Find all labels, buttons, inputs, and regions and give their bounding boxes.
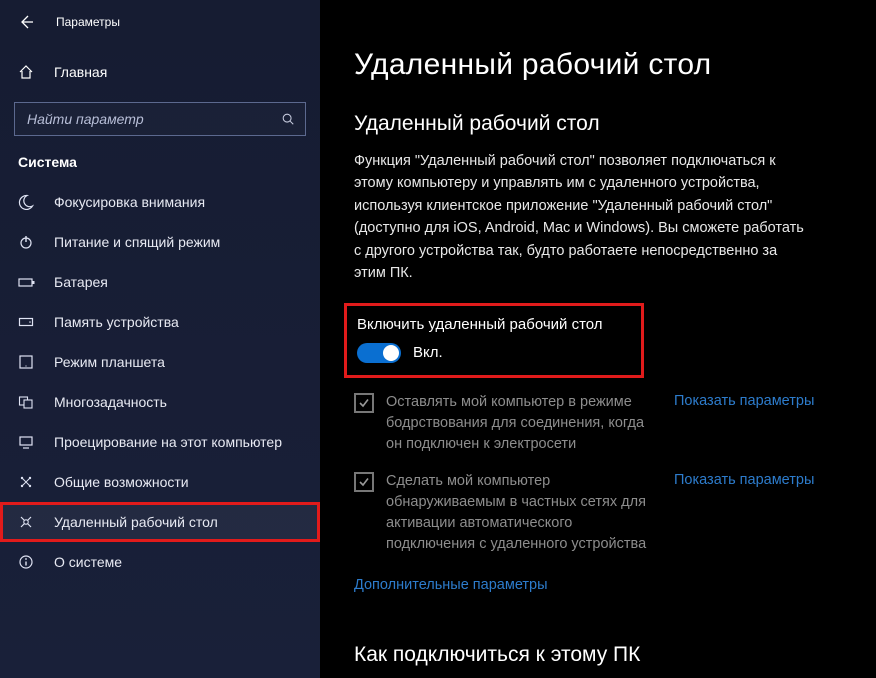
option-discoverable-text: Сделать мой компьютер обнаруживаемым в ч… — [386, 471, 656, 555]
search-icon — [281, 112, 295, 126]
nav-home-label: Главная — [54, 64, 107, 80]
sidebar-item-about[interactable]: О системе — [0, 542, 320, 582]
sidebar-item-multitasking[interactable]: Многозадачность — [0, 382, 320, 422]
project-icon — [18, 434, 36, 450]
tablet-icon — [18, 354, 36, 370]
sidebar-item-label: О системе — [54, 554, 122, 570]
moon-icon — [18, 194, 36, 210]
nav-home[interactable]: Главная — [0, 56, 320, 88]
enable-remote-label: Включить удаленный рабочий стол — [357, 316, 631, 333]
search-box[interactable] — [14, 102, 306, 136]
sidebar-item-shared-experiences[interactable]: Общие возможности — [0, 462, 320, 502]
option-keep-awake-text: Оставлять мой компьютер в режиме бодрств… — [386, 392, 656, 455]
sidebar-item-storage[interactable]: Память устройства — [0, 302, 320, 342]
sidebar-item-label: Фокусировка внимания — [54, 194, 205, 210]
section-description: Функция "Удаленный рабочий стол" позволя… — [354, 150, 804, 285]
sidebar-item-label: Проецирование на этот компьютер — [54, 434, 282, 450]
enable-remote-toggle[interactable] — [357, 343, 401, 363]
toggle-state-text: Вкл. — [413, 344, 443, 361]
connect-section-title: Как подключиться к этому ПК — [354, 643, 842, 667]
about-icon — [18, 554, 36, 570]
search-input[interactable] — [23, 105, 281, 133]
sidebar-item-label: Режим планшета — [54, 354, 165, 370]
sidebar-item-label: Многозадачность — [54, 394, 167, 410]
power-icon — [18, 234, 36, 250]
battery-icon — [18, 274, 36, 290]
shared-icon — [18, 474, 36, 490]
option-discoverable: Сделать мой компьютер обнаруживаемым в ч… — [354, 471, 842, 555]
checkbox-discoverable[interactable] — [354, 472, 374, 492]
enable-remote-block: Включить удаленный рабочий стол Вкл. — [344, 303, 644, 378]
checkbox-keep-awake[interactable] — [354, 393, 374, 413]
sidebar-item-label: Удаленный рабочий стол — [54, 514, 218, 530]
storage-icon — [18, 314, 36, 330]
sidebar-item-power-sleep[interactable]: Питание и спящий режим — [0, 222, 320, 262]
option-discoverable-link[interactable]: Показать параметры — [674, 472, 814, 488]
sidebar-item-battery[interactable]: Батарея — [0, 262, 320, 302]
sidebar-item-remote-desktop[interactable]: Удаленный рабочий стол — [0, 502, 320, 542]
toggle-row: Вкл. — [357, 343, 631, 363]
section-subtitle: Удаленный рабочий стол — [354, 112, 842, 136]
nav-list: Фокусировка внимания Питание и спящий ре… — [0, 182, 320, 582]
titlebar: Параметры — [0, 0, 320, 40]
sidebar-item-label: Батарея — [54, 274, 108, 290]
section-heading: Система — [0, 154, 320, 182]
sidebar-item-label: Память устройства — [54, 314, 179, 330]
remote-icon — [18, 514, 36, 530]
sidebar-item-focus-assist[interactable]: Фокусировка внимания — [0, 182, 320, 222]
sidebar-item-tablet-mode[interactable]: Режим планшета — [0, 342, 320, 382]
page-title: Удаленный рабочий стол — [354, 48, 842, 82]
sidebar-item-projecting[interactable]: Проецирование на этот компьютер — [0, 422, 320, 462]
main-content: Удаленный рабочий стол Удаленный рабочий… — [320, 0, 876, 678]
home-icon — [18, 64, 36, 80]
sidebar-item-label: Питание и спящий режим — [54, 234, 220, 250]
option-keep-awake: Оставлять мой компьютер в режиме бодрств… — [354, 392, 842, 455]
window-title: Параметры — [56, 15, 120, 29]
multitask-icon — [18, 394, 36, 410]
back-arrow-icon[interactable] — [18, 14, 34, 30]
advanced-settings-link[interactable]: Дополнительные параметры — [354, 577, 548, 593]
sidebar: Параметры Главная Система Фокусировка вн… — [0, 0, 320, 678]
option-keep-awake-link[interactable]: Показать параметры — [674, 393, 814, 409]
sidebar-item-label: Общие возможности — [54, 474, 189, 490]
